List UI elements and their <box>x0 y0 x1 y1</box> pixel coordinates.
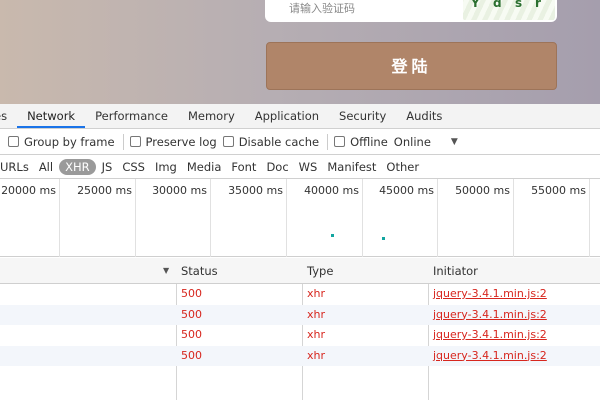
filter-manifest[interactable]: Manifest <box>323 159 380 175</box>
table-row[interactable]: 500 xhr jquery-3.4.1.min.js:2 <box>0 284 600 305</box>
filter-urls[interactable]: URLs <box>0 159 33 175</box>
table-header: ▼ Status Type Initiator <box>0 258 600 284</box>
timeline-tick: 45000 ms <box>363 179 438 257</box>
tab-audits[interactable]: Audits <box>396 104 452 128</box>
network-requests-table: ▼ Status Type Initiator 500 xhr jquery-3… <box>0 258 600 400</box>
request-marker <box>382 237 385 240</box>
filter-doc[interactable]: Doc <box>262 159 292 175</box>
request-marker <box>331 234 334 237</box>
tab-performance[interactable]: Performance <box>85 104 178 128</box>
disable-cache-label: Disable cache <box>238 134 320 149</box>
filter-xhr[interactable]: XHR <box>59 158 96 175</box>
disable-cache-checkbox[interactable] <box>222 136 234 147</box>
initiator-link[interactable]: jquery-3.4.1.min.js:2 <box>428 305 547 326</box>
initiator-link[interactable]: jquery-3.4.1.min.js:2 <box>428 325 547 346</box>
captcha-image[interactable]: Y d s r <box>463 0 555 20</box>
captcha-char: Y <box>471 0 480 10</box>
group-by-frame-label: Group by frame <box>24 134 115 149</box>
table-row[interactable]: 500 xhr jquery-3.4.1.min.js:2 <box>0 345 600 367</box>
tab-console[interactable]: es <box>0 104 17 128</box>
captcha-char: r <box>535 0 541 10</box>
filter-font[interactable]: Font <box>227 159 260 175</box>
login-button[interactable]: 登陆 <box>266 42 557 90</box>
group-by-frame-checkbox[interactable] <box>8 136 19 147</box>
filter-media[interactable]: Media <box>183 159 226 175</box>
status-cell: 500 <box>181 328 202 341</box>
timeline-tick: 25000 ms <box>60 179 136 257</box>
type-cell: xhr <box>307 307 326 321</box>
tab-security[interactable]: Security <box>329 104 396 128</box>
type-cell: xhr <box>307 348 326 362</box>
timeline-tick: 55000 ms <box>514 179 590 257</box>
group-by-frame-toggle[interactable]: Group by frame <box>8 135 115 149</box>
filter-other[interactable]: Other <box>382 159 423 175</box>
timeline-tick: 40000 ms <box>287 179 363 257</box>
preserve-log-toggle[interactable]: Preserve log <box>129 134 217 149</box>
timeline-tick: 20000 ms <box>0 179 60 257</box>
network-overview-timeline[interactable]: 20000 ms 25000 ms 30000 ms 35000 ms 4000… <box>0 179 600 257</box>
captcha-char: s <box>515 0 523 10</box>
status-cell: 500 <box>181 287 202 300</box>
table-row[interactable]: 500 xhr jquery-3.4.1.min.js:2 <box>0 304 600 326</box>
toolbar-divider <box>122 133 124 150</box>
filter-img[interactable]: Img <box>151 159 181 175</box>
filter-all[interactable]: All <box>35 159 57 175</box>
offline-label: Offline <box>350 134 388 149</box>
preserve-log-label: Preserve log <box>145 134 217 149</box>
status-cell: 500 <box>181 348 202 362</box>
initiator-link[interactable]: jquery-3.4.1.min.js:2 <box>428 284 547 305</box>
devtools-tabs: es Network Performance Memory Applicatio… <box>0 104 600 129</box>
column-header-initiator[interactable]: Initiator <box>428 258 478 284</box>
network-toolbar: Group by frame Preserve log Disable cach… <box>0 129 600 155</box>
devtools-panel: es Network Performance Memory Applicatio… <box>0 104 600 400</box>
disable-cache-toggle[interactable]: Disable cache <box>222 134 320 149</box>
type-cell: xhr <box>307 328 326 341</box>
throttling-select[interactable]: Online ▼ <box>394 135 458 149</box>
preserve-log-checkbox[interactable] <box>129 136 141 147</box>
tab-memory[interactable]: Memory <box>178 104 245 128</box>
filter-css[interactable]: CSS <box>118 159 149 175</box>
timeline-tick: 30000 ms <box>136 179 211 257</box>
tab-application[interactable]: Application <box>245 104 329 128</box>
web-page-area: 请输入验证码 Y d s r 登陆 <box>0 0 600 104</box>
type-cell: xhr <box>307 287 326 300</box>
captcha-input-row[interactable]: 请输入验证码 Y d s r <box>265 0 557 22</box>
offline-toggle[interactable]: Offline <box>334 135 388 149</box>
timeline-tick: 35000 ms <box>211 179 287 257</box>
resource-filter-bar: URLs All XHR JS CSS Img Media Font Doc W… <box>0 155 600 179</box>
captcha-input[interactable]: 请输入验证码 <box>289 0 355 16</box>
timeline-tick: 50000 ms <box>438 179 514 257</box>
offline-checkbox[interactable] <box>334 136 346 147</box>
table-row[interactable]: 500 xhr jquery-3.4.1.min.js:2 <box>0 325 600 346</box>
tab-network[interactable]: Network <box>17 104 86 128</box>
chevron-down-icon[interactable]: ▼ <box>451 137 458 147</box>
captcha-char: d <box>493 0 502 10</box>
column-header-type[interactable]: Type <box>302 258 333 284</box>
status-cell: 500 <box>181 307 202 321</box>
throttling-value: Online <box>393 134 431 149</box>
initiator-link[interactable]: jquery-3.4.1.min.js:2 <box>428 346 547 367</box>
filter-js[interactable]: JS <box>98 159 117 175</box>
column-header-status[interactable]: Status <box>176 258 218 284</box>
sort-desc-icon[interactable]: ▼ <box>163 258 169 284</box>
toolbar-divider <box>327 133 329 150</box>
filter-ws[interactable]: WS <box>295 159 322 175</box>
